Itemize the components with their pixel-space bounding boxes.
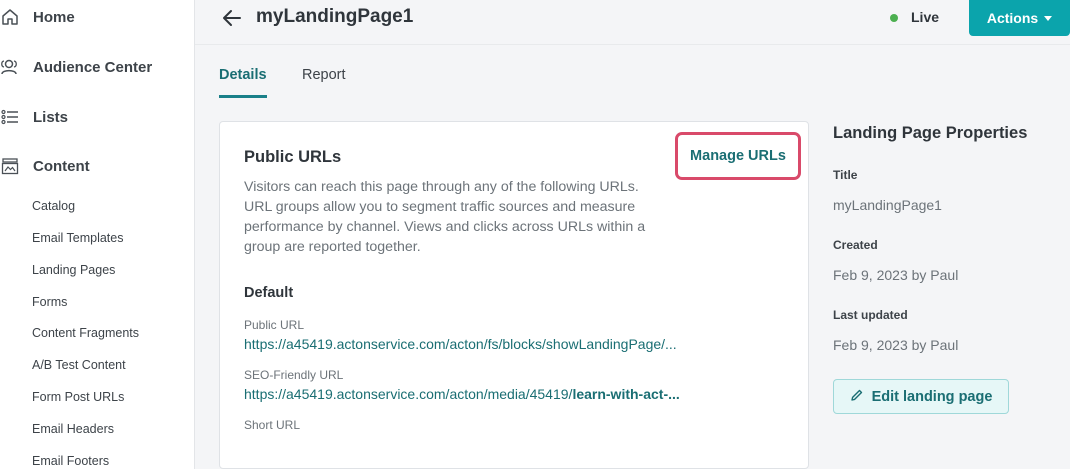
status-badge: Live [911,9,940,25]
sidebar-subitem-email-footers[interactable]: Email Footers [32,454,109,468]
tab-report[interactable]: Report [302,67,346,83]
card-title: Public URLs [244,148,342,166]
sidebar-subitem-landing-pages[interactable]: Landing Pages [32,263,115,277]
last-updated-label: Last updated [833,308,908,322]
header-divider [195,44,1070,45]
created-value: Feb 9, 2023 by Paul [833,267,959,283]
edit-landing-page-button[interactable]: Edit landing page [833,379,1009,414]
sidebar-subitem-content-fragments[interactable]: Content Fragments [32,326,139,340]
sidebar-subitem-catalog[interactable]: Catalog [32,199,75,213]
sidebar-subitem-forms[interactable]: Forms [32,295,67,309]
seo-url-slug: learn-with-act-... [572,386,680,402]
seo-url-link[interactable]: https://a45419.actonservice.com/acton/me… [244,386,680,402]
short-url-label: Short URL [244,418,301,432]
title-value: myLandingPage1 [833,197,942,213]
sidebar-item-audience-center[interactable]: Audience Center [0,55,195,79]
manage-urls-button[interactable]: Manage URLs [675,132,801,180]
list-icon [0,107,20,127]
sidebar-item-content[interactable]: Content [0,154,195,178]
home-icon [0,7,20,27]
public-url-label: Public URL [244,318,305,332]
sidebar-subitem-ab-test-content[interactable]: A/B Test Content [32,358,126,372]
page-title: myLandingPage1 [256,6,414,27]
sidebar-item-label: Home [33,8,75,26]
seo-url-label: SEO-Friendly URL [244,368,344,382]
edit-landing-page-label: Edit landing page [871,388,993,405]
sidebar: Home Audience Center Lists Content Catal… [0,0,195,469]
caret-down-icon [1044,15,1053,21]
title-label: Title [833,168,858,182]
back-arrow-icon[interactable] [220,6,244,30]
public-urls-card: Public URLs Manage URLs Visitors can rea… [219,121,809,469]
last-updated-value: Feb 9, 2023 by Paul [833,337,959,353]
sidebar-item-lists[interactable]: Lists [0,105,195,129]
sidebar-item-label: Content [33,157,90,175]
pencil-icon [850,388,864,406]
sidebar-subitem-email-headers[interactable]: Email Headers [32,422,114,436]
created-label: Created [833,238,878,252]
tab-details[interactable]: Details [219,67,267,98]
sidebar-item-label: Lists [33,108,69,126]
content-icon [0,156,20,176]
seo-url-prefix: https://a45419.actonservice.com/acton/me… [244,386,573,402]
card-description: Visitors can reach this page through any… [244,179,646,255]
sidebar-subitem-form-post-urls[interactable]: Form Post URLs [32,390,124,404]
sidebar-item-label: Audience Center [33,58,153,76]
public-url-link[interactable]: https://a45419.actonservice.com/acton/fs… [244,336,677,352]
sidebar-subitem-email-templates[interactable]: Email Templates [32,231,123,245]
actions-button-label: Actions [986,10,1039,26]
properties-title: Landing Page Properties [833,124,1028,142]
url-group-title: Default [244,285,294,301]
actions-button[interactable]: Actions [969,0,1070,36]
users-icon [0,57,20,77]
live-status-dot [890,14,898,22]
sidebar-item-home[interactable]: Home [0,5,195,29]
